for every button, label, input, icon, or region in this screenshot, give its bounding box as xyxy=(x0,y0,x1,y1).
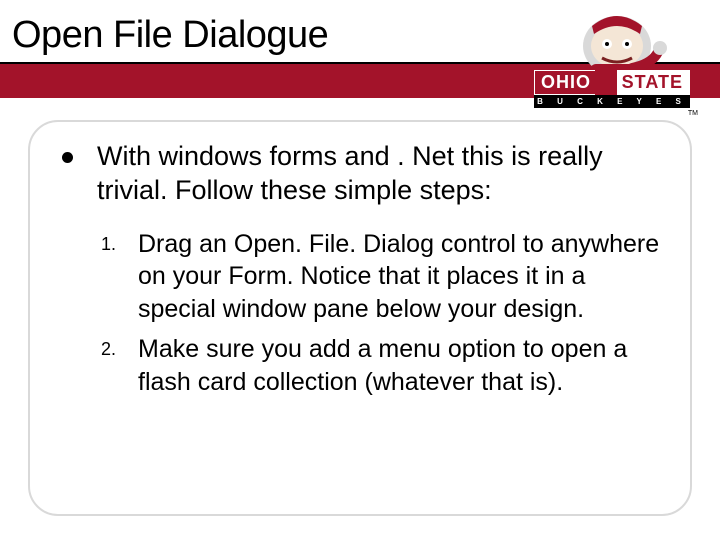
step-text: Make sure you add a menu option to open … xyxy=(138,333,664,398)
step-number: 2. xyxy=(98,333,116,398)
logo-sub: B U C K E Y E S xyxy=(534,95,690,108)
slide: Open File Dialogue OHIO STATE B U C K E … xyxy=(0,0,720,540)
trademark: TM xyxy=(688,110,698,117)
logo-main: OHIO STATE xyxy=(534,70,690,95)
bullet-item: With windows forms and . Net this is rea… xyxy=(56,140,664,208)
step-text: Drag an Open. File. Dialog control to an… xyxy=(138,228,664,326)
step-item: 2. Make sure you add a menu option to op… xyxy=(56,333,664,398)
logo: OHIO STATE B U C K E Y E S TM xyxy=(534,70,690,108)
logo-state: STATE xyxy=(617,70,690,95)
content-card: With windows forms and . Net this is rea… xyxy=(28,120,692,516)
bullet-dot-icon xyxy=(62,152,73,163)
page-title: Open File Dialogue xyxy=(12,14,328,57)
step-number: 1. xyxy=(98,228,116,326)
logo-ohio: OHIO xyxy=(534,70,595,95)
step-item: 1. Drag an Open. File. Dialog control to… xyxy=(56,228,664,326)
intro-text: With windows forms and . Net this is rea… xyxy=(97,140,664,208)
